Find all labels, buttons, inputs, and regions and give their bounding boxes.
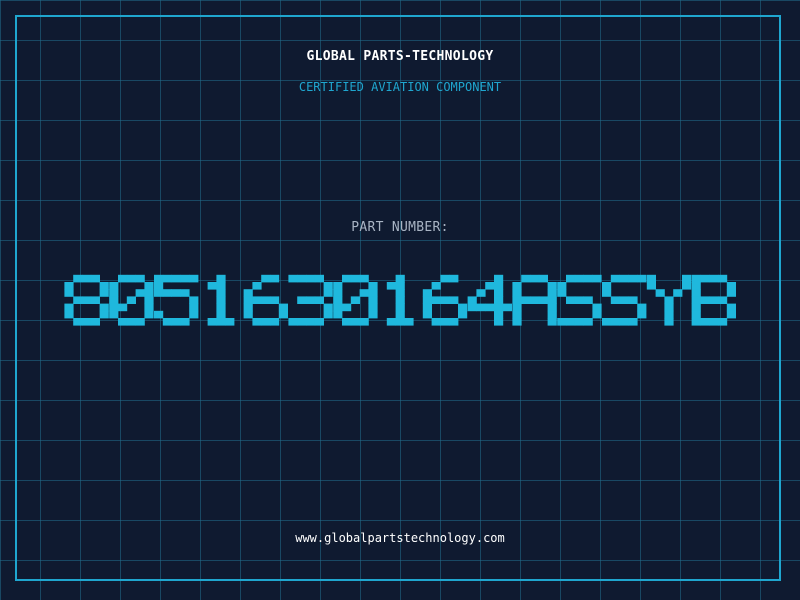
- part-number-char: [691, 274, 736, 326]
- part-number-pixel-text: [64, 274, 736, 326]
- part-number-char: [557, 274, 602, 326]
- part-number-char: [207, 274, 235, 326]
- part-number-char: [386, 274, 414, 326]
- part-number-char: [154, 274, 199, 326]
- part-number-display: [0, 255, 800, 345]
- part-number-char: [602, 274, 647, 326]
- part-number-char: [646, 274, 692, 326]
- part-number-char: [333, 274, 378, 326]
- company-name: GLOBAL PARTS-TECHNOLOGY: [306, 49, 494, 64]
- certificate-panel: GLOBAL PARTS-TECHNOLOGY CERTIFIED AVIATI…: [0, 0, 800, 600]
- part-number-char: [467, 274, 512, 326]
- part-number-char: [64, 274, 109, 326]
- part-number-char: [288, 274, 333, 326]
- website-url[interactable]: www.globalpartstechnology.com: [0, 531, 800, 545]
- part-number-label: PART NUMBER:: [351, 220, 449, 235]
- certification-subtitle: CERTIFIED AVIATION COMPONENT: [298, 80, 502, 94]
- part-number-char: [422, 274, 468, 326]
- part-number-char: [243, 274, 288, 326]
- part-number-char: [109, 274, 154, 326]
- part-number-char: [512, 274, 557, 326]
